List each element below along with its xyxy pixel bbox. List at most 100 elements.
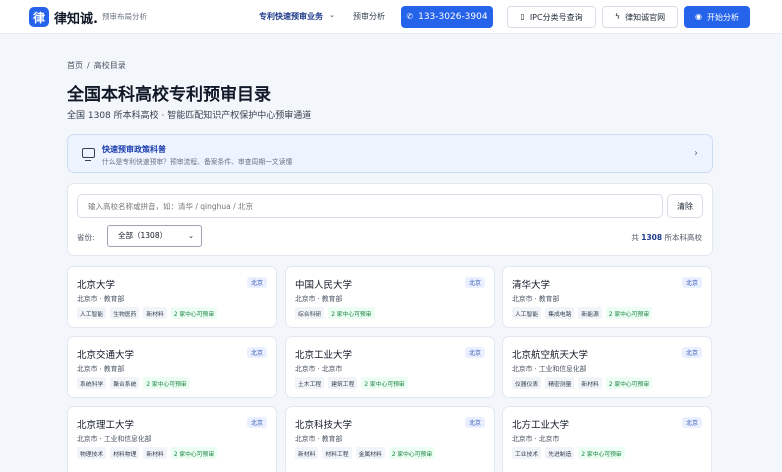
start-analysis-button[interactable]: ◉ 开始分析 xyxy=(684,6,750,28)
province-selected-value: 全部（1308） xyxy=(118,231,168,240)
phone-icon: ✆ xyxy=(406,12,414,21)
top-navigation-bar: 律 律知诚. 预审布局分析 专利快速预审业务 ⌄ 预审分析 ✆ 133-3026… xyxy=(0,0,782,34)
university-card[interactable]: 清华大学 北京 北京市 · 教育部 人工智能 集成电路 新能源 2 家中心可预审 xyxy=(502,266,712,328)
discipline-tag: 材料物理 xyxy=(110,447,140,459)
university-meta: 北京市 · 教育部 xyxy=(295,295,343,303)
tag-list: 系统科学 聚合系统 2 家中心可预审 xyxy=(77,377,190,389)
start-analysis-label: 开始分析 xyxy=(706,12,739,22)
review-center-tag: 2 家中心可预审 xyxy=(143,377,190,389)
university-card[interactable]: 北京工业大学 北京北京市 · 北京市土木工程 建筑工程 2 家中心可预审 xyxy=(285,336,495,398)
official-site-label: 律知诚官网 xyxy=(625,12,666,22)
discipline-tag: 先进制造 xyxy=(545,447,575,459)
review-center-tag: 2 家中心可预审 xyxy=(605,377,653,389)
university-name: 北京科技大学 xyxy=(295,420,353,431)
bolt-icon: ϟ xyxy=(614,12,621,21)
review-center-tag: 2 家中心可预审 xyxy=(328,307,375,319)
check-circle-icon: ◉ xyxy=(695,12,702,21)
tag-list: 综合科研 2 家中心可预审 xyxy=(295,307,375,319)
university-card[interactable]: 中国人民大学 北京 北京市 · 教育部 综合科研 2 家中心可预审 xyxy=(285,266,495,328)
university-name: 北方工业大学 xyxy=(512,420,570,431)
university-name: 北京航空航天大学 xyxy=(512,350,589,361)
discipline-tag: 新材料 xyxy=(295,447,319,459)
province-badge: 北京 xyxy=(246,417,267,428)
province-badge: 北京 xyxy=(681,277,702,288)
province-badge: 北京 xyxy=(681,347,702,358)
university-card[interactable]: 北京大学 北京北京市 · 教育部人工智能 生物医药 新材料 2 家中心可预审 xyxy=(67,266,277,328)
province-badge: 北京 xyxy=(246,277,267,288)
university-card[interactable]: 北京交通大学 北京北京市 · 教育部系统科学 聚合系统 2 家中心可预审 xyxy=(67,336,277,398)
review-center-tag: 2 家中心可预审 xyxy=(605,307,653,319)
ipc-query-button[interactable]: ▯ IPC分类号查询 xyxy=(507,6,596,28)
breadcrumb-separator: / xyxy=(87,61,90,70)
review-center-tag: 2 家中心可预审 xyxy=(170,447,218,459)
university-card[interactable]: 北京科技大学 北京 北京市 · 教育部 新材料 材料工程 金属材料 2 家中心可预审 xyxy=(285,406,495,472)
university-meta: 北京市 · 教育部 xyxy=(77,295,125,303)
document-icon: ▯ xyxy=(520,12,525,21)
breadcrumb: 首页 / 高校目录 xyxy=(67,60,130,71)
tag-list: 仪器仪表 精密测量 新材料 2 家中心可预审 xyxy=(512,377,653,389)
discipline-tag: 生物医药 xyxy=(110,307,140,319)
university-meta: 北京市 · 工业和信息化部 xyxy=(512,365,587,373)
discipline-tag: 人工智能 xyxy=(512,307,542,319)
discipline-tag: 新材料 xyxy=(143,307,167,319)
province-label: 省份: xyxy=(77,233,95,242)
discipline-tag: 新材料 xyxy=(578,377,602,389)
clear-button[interactable]: 清除 xyxy=(667,194,703,218)
brand-tagline: 预审布局分析 xyxy=(102,12,147,21)
ipc-query-label: IPC分类号查询 xyxy=(529,12,583,22)
province-badge: 北京 xyxy=(464,347,485,358)
university-meta: 北京市 · 北京市 xyxy=(295,365,343,373)
review-center-tag: 2 家中心可预审 xyxy=(170,307,218,319)
discipline-tag: 物理技术 xyxy=(77,447,107,459)
tag-list: 土木工程 建筑工程 2 家中心可预审 xyxy=(295,377,408,389)
university-name: 北京大学 xyxy=(77,280,116,291)
tag-list: 工业技术 先进制造 2 家中心可预审 xyxy=(512,447,625,459)
discipline-tag: 人工智能 xyxy=(77,307,107,319)
nav-review-analysis[interactable]: 预审分析 xyxy=(353,11,385,22)
university-meta: 北京市 · 教育部 xyxy=(77,365,125,373)
breadcrumb-home[interactable]: 首页 xyxy=(67,61,83,70)
university-meta: 北京市 · 北京市 xyxy=(512,435,560,443)
logo-icon[interactable]: 律 xyxy=(29,7,49,27)
page-title: 全国本科高校专利预审目录 xyxy=(67,85,271,105)
university-name: 北京交通大学 xyxy=(77,350,135,361)
count-prefix: 共 xyxy=(631,233,639,242)
university-card[interactable]: 北方工业大学 北京北京市 · 北京市工业技术 先进制造 2 家中心可预审 xyxy=(502,406,712,472)
discipline-tag: 仪器仪表 xyxy=(512,377,542,389)
university-card[interactable]: 北京理工大学 北京 北京市 · 工业和信息化部 物理技术 材料物理 新材料 2 家中心可预审 xyxy=(67,406,277,472)
tag-list: 新材料 材料工程 金属材料 2 家中心可预审 xyxy=(295,447,436,459)
page-subtitle: 全国 1308 所本科高校 · 智能匹配知识产权保护中心预审通道 xyxy=(67,111,312,121)
review-center-tag: 2 家中心可预审 xyxy=(578,447,625,459)
discipline-tag: 新材料 xyxy=(143,447,167,459)
phone-number: 133-3026-3904 xyxy=(418,12,488,22)
university-search-input[interactable] xyxy=(77,194,663,218)
result-count: 共 1308 所本科高校 xyxy=(631,232,702,243)
discipline-tag: 金属材料 xyxy=(355,447,385,459)
brand-name[interactable]: 律知诚. xyxy=(54,8,98,27)
province-badge: 北京 xyxy=(464,417,485,428)
province-select[interactable]: 全部（1308） ⌄ xyxy=(107,225,202,247)
review-center-tag: 2 家中心可预审 xyxy=(361,377,408,389)
chevron-down-icon[interactable]: ⌄ xyxy=(329,11,335,19)
province-badge: 北京 xyxy=(681,417,702,428)
search-panel: 清除 省份: 全部（1308） ⌄ 共 1308 所本科高校 xyxy=(67,183,713,256)
university-card[interactable]: 北京航空航天大学 北京北京市 · 工业和信息化部仪器仪表 精密测量 新材料 2 家中心可… xyxy=(502,336,712,398)
phone-button[interactable]: ✆ 133-3026-3904 xyxy=(401,6,493,28)
university-name: 中国人民大学 xyxy=(295,280,353,291)
university-name: 北京工业大学 xyxy=(295,350,353,361)
discipline-tag: 新能源 xyxy=(578,307,602,319)
discipline-tag: 聚合系统 xyxy=(110,377,140,389)
breadcrumb-current: 高校目录 xyxy=(93,61,126,70)
tag-list: 人工智能 集成电路 新能源 2 家中心可预审 xyxy=(512,307,653,319)
tag-list: 人工智能 生物医药 新材料 2 家中心可预审 xyxy=(77,307,218,319)
official-site-button[interactable]: ϟ 律知诚官网 xyxy=(602,6,678,28)
nav-patent-fast-review[interactable]: 专利快速预审业务 xyxy=(259,11,323,22)
province-badge: 北京 xyxy=(246,347,267,358)
university-meta: 北京市 · 工业和信息化部 xyxy=(77,435,152,443)
discipline-tag: 综合科研 xyxy=(295,307,325,319)
tag-list: 物理技术 材料物理 新材料 2 家中心可预审 xyxy=(77,447,218,459)
university-name: 清华大学 xyxy=(512,280,551,291)
discipline-tag: 集成电路 xyxy=(545,307,575,319)
policy-notice-card[interactable]: 快速预审政策科普 什么是专利快速预审？预审流程、备案条件、审查周期一文读懂 › xyxy=(67,134,713,173)
chevron-down-icon: ⌄ xyxy=(188,232,194,240)
